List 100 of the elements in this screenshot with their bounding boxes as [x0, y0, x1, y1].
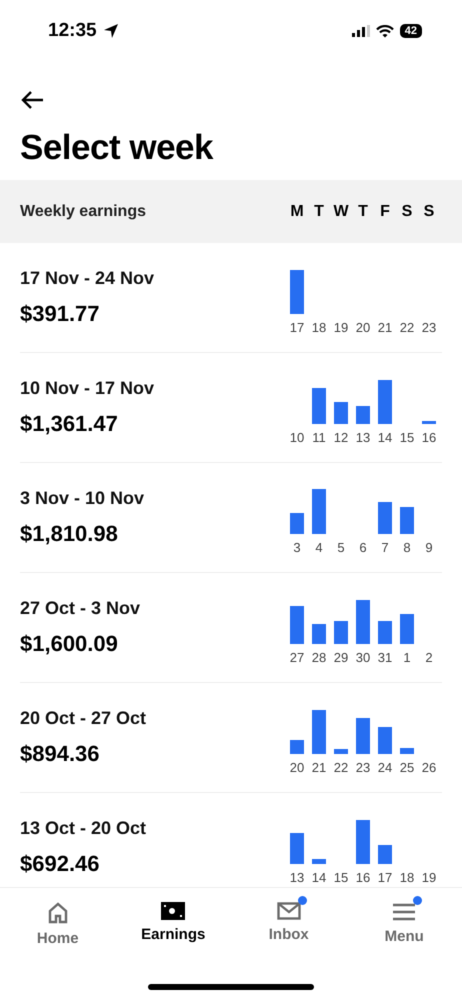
earnings-bar: [400, 748, 414, 754]
week-range[interactable]: 3 Nov - 10 Nov: [20, 488, 144, 509]
home-icon: [46, 902, 69, 924]
earnings-bar: [400, 507, 414, 534]
date-label: 16: [354, 870, 372, 885]
earnings-bar: [312, 710, 326, 754]
date-label: 1: [402, 650, 412, 665]
earnings-bar: [378, 845, 392, 864]
date-label: 19: [420, 870, 438, 885]
earnings-bar: [356, 820, 370, 864]
date-label: 19: [332, 320, 350, 335]
date-label: 10: [288, 430, 306, 445]
back-arrow-icon: [20, 90, 44, 110]
menu-icon: [392, 902, 416, 922]
weekday-label: S: [422, 202, 436, 220]
date-label: 5: [336, 540, 346, 555]
earnings-bar: [400, 614, 414, 644]
date-label: 20: [354, 320, 372, 335]
week-amount: $894.36: [20, 741, 101, 767]
earnings-bar: [290, 606, 304, 644]
week-range[interactable]: 27 Oct - 3 Nov: [20, 598, 140, 619]
tab-bar-item[interactable]: Home: [0, 894, 116, 947]
earnings-bar: [334, 749, 348, 754]
date-label: 18: [310, 320, 328, 335]
earnings-bar: [312, 859, 326, 864]
earnings-bar: [356, 406, 370, 424]
weekday-label: T: [357, 202, 369, 220]
location-arrow-icon: [102, 23, 119, 39]
date-label: 24: [376, 760, 394, 775]
date-label: 27: [288, 650, 306, 665]
date-label: 11: [311, 430, 327, 445]
earnings-bar: [312, 388, 326, 424]
week-range[interactable]: 10 Nov - 17 Nov: [20, 378, 154, 399]
date-label: 12: [332, 430, 350, 445]
date-label: 7: [380, 540, 390, 555]
page-title: Select week: [20, 128, 214, 168]
earnings-bar: [290, 833, 304, 864]
date-label: 29: [332, 650, 350, 665]
date-label: 31: [376, 650, 394, 665]
week-amount: $1,810.98: [20, 521, 119, 547]
date-label: 18: [398, 870, 416, 885]
date-label: 17: [288, 320, 306, 335]
earnings-bar: [290, 513, 304, 534]
date-label: 26: [420, 760, 438, 775]
weekday-label: T: [313, 202, 325, 220]
date-label: 16: [420, 430, 438, 445]
weekday-label: S: [400, 202, 414, 220]
date-label: 22: [398, 320, 416, 335]
battery-level: 42: [400, 24, 422, 38]
week-amount: $1,361.47: [20, 411, 119, 437]
date-label: 9: [424, 540, 434, 555]
earnings-bar: [312, 624, 326, 644]
week-amount: $692.46: [20, 851, 101, 877]
earnings-bar: [290, 270, 304, 314]
date-label: 25: [398, 760, 416, 775]
date-label: 21: [376, 320, 394, 335]
date-label: 23: [354, 760, 372, 775]
week-range[interactable]: 13 Oct - 20 Oct: [20, 818, 146, 839]
date-label: 30: [354, 650, 372, 665]
date-label: 17: [376, 870, 394, 885]
week-amount: $1,600.09: [20, 631, 119, 657]
cash-icon: [161, 902, 186, 920]
tab-bar-item[interactable]: Earnings: [116, 894, 231, 943]
date-label: 8: [402, 540, 412, 555]
date-label: 13: [354, 430, 372, 445]
date-label: 15: [398, 430, 416, 445]
tab-bar-item[interactable]: Menu: [346, 894, 462, 945]
signal-icon: [352, 25, 370, 37]
column-label: Weekly earnings: [20, 202, 146, 220]
date-label: 15: [332, 870, 350, 885]
earnings-bar: [356, 600, 370, 644]
tab-bar-item[interactable]: Inbox: [231, 894, 346, 943]
week-range[interactable]: 20 Oct - 27 Oct: [20, 708, 146, 729]
date-label: 4: [314, 540, 324, 555]
wifi-icon: [376, 24, 394, 38]
earnings-bar: [290, 740, 304, 754]
date-label: 21: [310, 760, 328, 775]
mail-icon: [276, 902, 301, 920]
earnings-bar: [378, 502, 392, 534]
date-label: 6: [358, 540, 368, 555]
weekday-label: M: [289, 202, 305, 220]
earnings-bar: [356, 718, 370, 754]
week-amount: $391.77: [20, 301, 101, 327]
date-label: 14: [310, 870, 328, 885]
earnings-bar: [334, 621, 348, 644]
earnings-bar: [312, 489, 326, 534]
date-label: 20: [288, 760, 306, 775]
earnings-bar: [378, 621, 392, 644]
date-label: 28: [310, 650, 328, 665]
weekday-label: W: [332, 202, 350, 220]
status-time: 12:35: [48, 20, 97, 42]
earnings-bar: [334, 402, 348, 424]
date-label: 22: [332, 760, 350, 775]
date-label: 2: [424, 650, 434, 665]
week-range[interactable]: 17 Nov - 24 Nov: [20, 268, 154, 289]
weekday-label: F: [379, 202, 391, 220]
earnings-bar: [422, 421, 436, 424]
date-label: 3: [292, 540, 302, 555]
date-label: 23: [420, 320, 438, 335]
earnings-bar: [378, 727, 392, 754]
